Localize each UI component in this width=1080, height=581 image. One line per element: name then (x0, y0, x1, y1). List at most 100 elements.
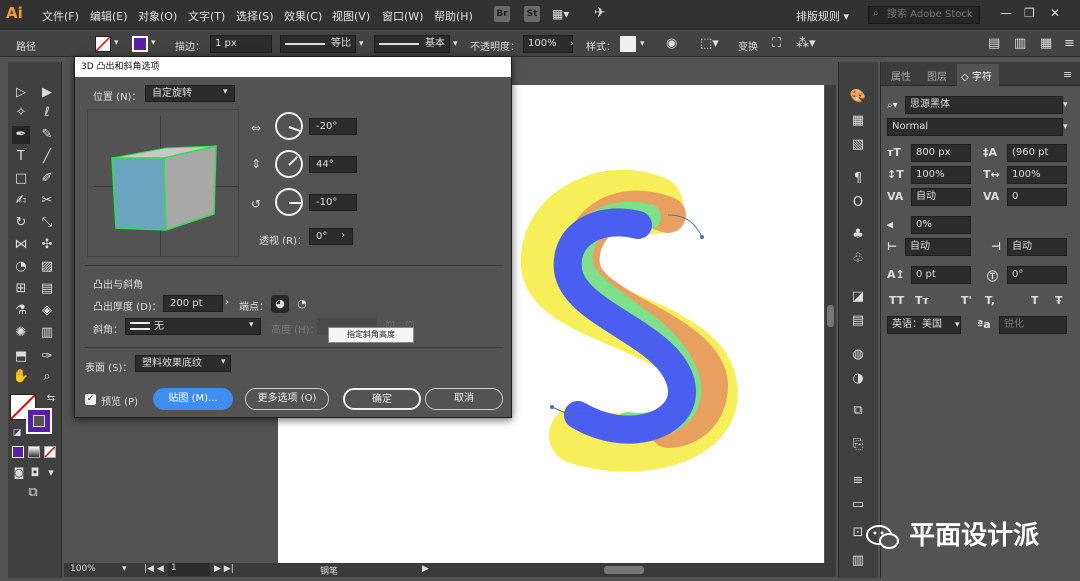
align-panel-strip-icon[interactable]: ≡ (849, 472, 867, 490)
align-panel-icon[interactable]: ▤ (988, 36, 1000, 51)
tab-layers[interactable]: 图层 (927, 68, 947, 83)
color-mode-icon[interactable] (12, 446, 24, 458)
fill-dropdown-icon[interactable]: ▾ (114, 38, 119, 48)
symbols-panel-icon[interactable]: ♣ (849, 226, 867, 244)
arrange-icon[interactable]: ⁂▾ (796, 36, 816, 51)
menu-type[interactable]: 文字(T) (188, 8, 225, 24)
graphic-styles-panel-icon[interactable]: ◪ (849, 288, 867, 306)
layers-panel-icon[interactable]: ⧉ (849, 402, 867, 420)
subscript-button[interactable]: T, (985, 294, 995, 307)
bevel-dropdown-icon[interactable]: ▾ (249, 320, 254, 330)
tab-character[interactable]: ◇ 字符 (961, 68, 992, 83)
selection-tool-icon[interactable]: ▷ (12, 84, 30, 102)
opentype-panel-icon[interactable]: O (849, 194, 867, 212)
font-family-field[interactable]: 思源黑体 (905, 96, 1063, 114)
restore-button[interactable]: ❐ (1024, 6, 1035, 20)
small-caps-button[interactable]: Tт (915, 294, 929, 307)
style-dropdown-icon[interactable]: ▾ (640, 39, 645, 49)
pen-tool-icon[interactable]: ✒ (12, 126, 30, 144)
status-arrow-icon[interactable]: ▶ (422, 564, 429, 574)
magic-wand-tool-icon[interactable]: ✧ (12, 104, 30, 122)
scale-tool-icon[interactable]: ⤡ (38, 214, 56, 232)
curvature-tool-icon[interactable]: ✎ (38, 126, 56, 144)
gradient-mode-icon[interactable] (28, 446, 40, 458)
stroke-weight-field[interactable]: 1 px (210, 35, 272, 53)
menu-window[interactable]: 窗口(W) (382, 8, 423, 24)
puppet-warp-tool-icon[interactable]: ✣ (38, 236, 56, 254)
dialog-title[interactable]: 3D 凸出和斜角选项 (75, 57, 511, 77)
character-rotation-field[interactable]: 0° (1007, 266, 1067, 284)
draw-inside-icon[interactable]: ▾ (42, 464, 60, 482)
surface-select[interactable]: 塑料效果底纹 (135, 355, 231, 372)
type-tool-icon[interactable]: T (12, 148, 30, 166)
extrude-depth-field[interactable]: 200 pt (163, 295, 223, 312)
workspace-switcher[interactable]: 排版规则 ▾ (796, 8, 849, 24)
vertical-scroll-thumb[interactable] (827, 305, 834, 327)
font-search-icon[interactable]: ⌕▾ (887, 100, 898, 111)
anchor-point[interactable] (700, 235, 704, 239)
transparency-panel-icon[interactable]: ◑ (849, 370, 867, 388)
zoom-tool-icon[interactable]: ⌕ (38, 368, 56, 386)
appearance-panel-icon[interactable]: ◍ (849, 346, 867, 364)
asset-export-panel-icon[interactable]: ⎘ (849, 436, 867, 454)
preview-checkbox[interactable]: ✓ (85, 394, 96, 405)
tracking-field[interactable]: 0 (1007, 188, 1067, 206)
stroke-dropdown-icon[interactable]: ▾ (151, 38, 156, 48)
vertical-scale-field[interactable]: 100% (911, 166, 971, 184)
cap-on-button[interactable]: ◕ (271, 295, 289, 313)
bridge-icon[interactable]: Br (494, 6, 510, 22)
y-rotation-dial[interactable] (275, 150, 303, 178)
vertical-scrollbar[interactable] (825, 85, 836, 563)
surface-dropdown-icon[interactable]: ▾ (221, 357, 226, 367)
panel-menu-icon[interactable]: ▦ (1040, 36, 1052, 51)
artboard-number-field[interactable]: 1 (168, 563, 210, 576)
anchor-point-bottom[interactable] (550, 405, 554, 409)
stroke-swatch[interactable] (132, 36, 148, 52)
position-dropdown-icon[interactable]: ▾ (223, 87, 228, 97)
none-mode-icon[interactable] (44, 446, 56, 458)
menu-file[interactable]: 文件(F) (42, 8, 79, 24)
more-options-button[interactable]: 更多选项 (O) (245, 388, 329, 410)
strikethrough-button[interactable]: Ŧ (1055, 294, 1063, 307)
kerning-field[interactable]: 自动 (911, 188, 971, 206)
variable-width-profile[interactable]: 等比 (280, 35, 356, 53)
fill-swatch[interactable] (95, 36, 111, 52)
menu-object[interactable]: 对象(O) (138, 8, 177, 24)
y-rotation-field[interactable]: 44° (309, 156, 357, 173)
blend-tool-icon[interactable]: ◈ (38, 302, 56, 320)
arrange-documents-icon[interactable]: ▦▾ (552, 7, 569, 21)
rotation-track-cube[interactable] (87, 109, 239, 257)
horizontal-scroll-thumb[interactable] (604, 566, 644, 574)
menu-select[interactable]: 选择(S) (236, 8, 274, 24)
line-tool-icon[interactable]: ╱ (38, 148, 56, 166)
menu-effect[interactable]: 效果(C) (284, 8, 322, 24)
slice-tool-icon[interactable]: ✑ (38, 348, 56, 366)
paintbrush-tool-icon[interactable]: ✐ (38, 170, 56, 188)
z-rotation-field[interactable]: -10° (309, 194, 357, 211)
control-bar-menu-icon[interactable]: ≡ (1064, 36, 1075, 51)
isolate-icon[interactable]: ⛶ (772, 36, 781, 51)
pathfinder-panel-icon[interactable]: ▭ (849, 496, 867, 514)
bevel-select[interactable]: 无 (125, 318, 261, 335)
current-tool-status[interactable]: 钢笔 (320, 564, 338, 577)
cancel-button[interactable]: 取消 (425, 388, 503, 410)
map-art-button[interactable]: 贴图 (M)... (153, 388, 233, 410)
perspective-grid-tool-icon[interactable]: ▨ (38, 258, 56, 276)
gradient-tool-icon[interactable]: ▤ (38, 280, 56, 298)
extrude-depth-arrow-icon[interactable]: › (225, 297, 229, 308)
stock-icon[interactable]: St (524, 6, 540, 22)
column-graph-tool-icon[interactable]: ▥ (38, 324, 56, 342)
mesh-tool-icon[interactable]: ⊞ (12, 280, 30, 298)
width-tool-icon[interactable]: ⋈ (12, 236, 30, 254)
perspective-arrow-icon[interactable]: › (341, 230, 345, 241)
brushes-panel-icon[interactable]: ▧ (849, 136, 867, 154)
perspective-field[interactable]: 0° (309, 228, 353, 245)
zoom-level[interactable]: 100% (70, 564, 96, 574)
eyedropper-tool-icon[interactable]: ⚗ (12, 302, 30, 320)
zoom-dropdown-icon[interactable]: ▾ (122, 564, 127, 574)
font-family-dropdown-icon[interactable]: ▾ (1063, 100, 1068, 110)
font-style-dropdown-icon[interactable]: ▾ (1063, 122, 1068, 132)
brush-definition[interactable]: 基本 (374, 35, 450, 53)
stock-search-input[interactable]: 搜索 Adobe Stock (868, 6, 980, 24)
x-rotation-field[interactable]: -20° (309, 118, 357, 135)
